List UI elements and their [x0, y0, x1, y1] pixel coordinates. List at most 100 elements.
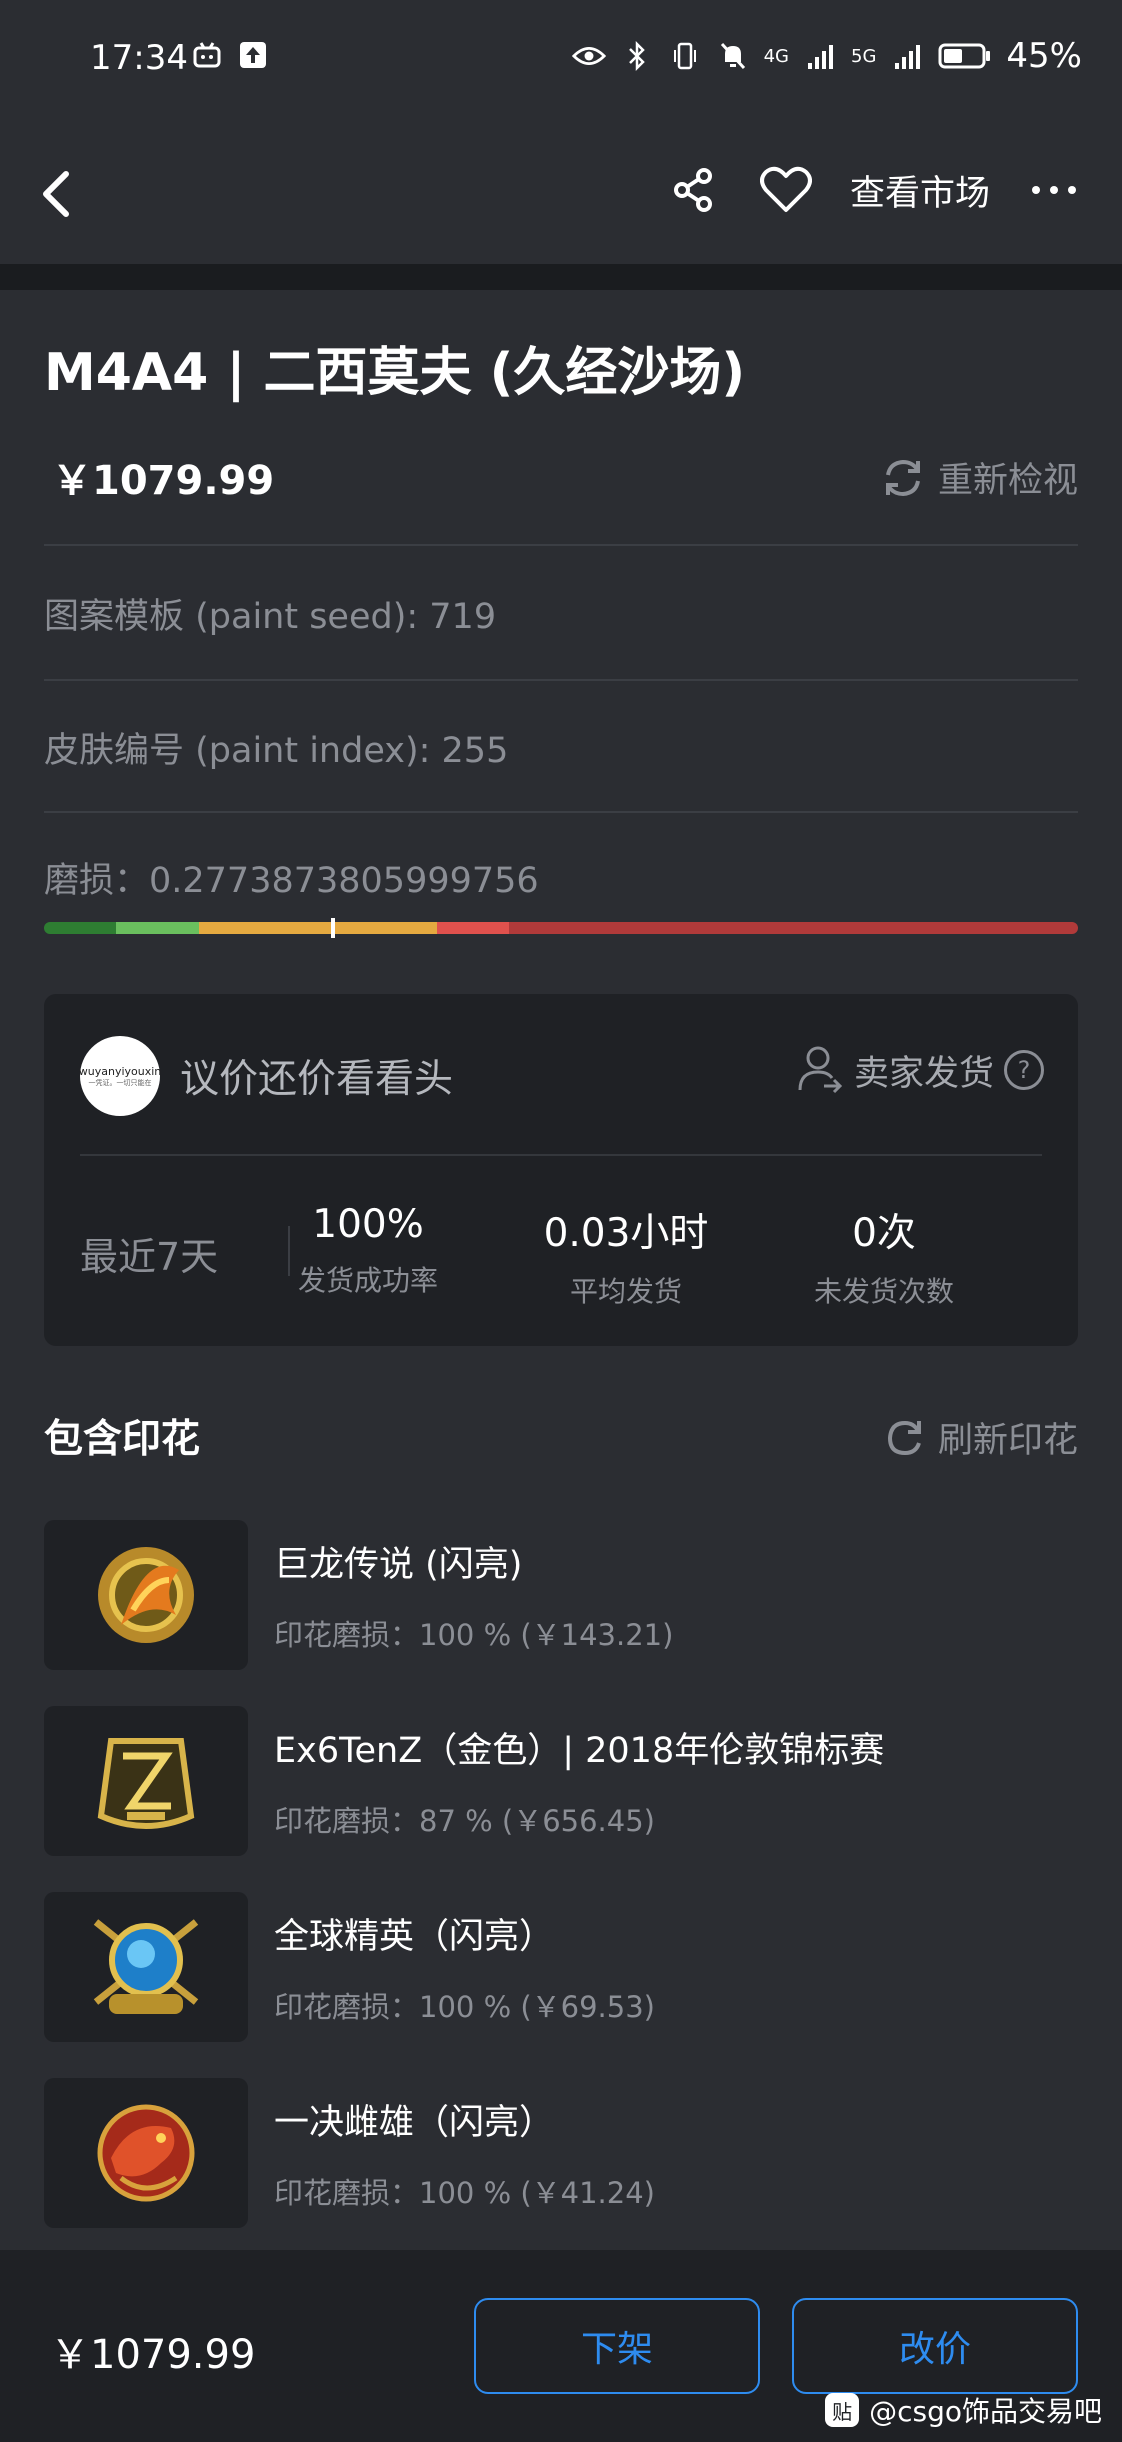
favorite-button[interactable]: [758, 162, 814, 218]
bilibili-icon: [190, 38, 224, 72]
stat-unshipped: 0次 未发货次数: [774, 1202, 994, 1310]
status-time: 17:34: [90, 38, 188, 78]
sticker-thumbnail: [44, 1892, 248, 2042]
stat-value: 0.03小时: [543, 1211, 709, 1256]
wear-segment-well-worn: [436, 922, 510, 934]
sticker-thumbnail: [44, 1706, 248, 1856]
wear-segment-minimal-wear: [116, 922, 200, 934]
stats-period: 最近7天: [80, 1235, 219, 1279]
heart-icon: [759, 166, 812, 212]
stat-value: 100%: [312, 1202, 424, 1247]
seller-ship-label: 卖家发货: [853, 1053, 994, 1094]
share-button[interactable]: [666, 162, 722, 218]
seller-user-icon: [798, 1046, 843, 1094]
wear-marker: [330, 918, 335, 938]
dragon-face-off-sticker-icon: [97, 2104, 195, 2202]
wear-segment-factory-new: [44, 922, 117, 934]
refresh-stickers-label: 刷新印花: [937, 1421, 1078, 1461]
wear-segment-field-tested-b: [328, 922, 437, 934]
status-left-icons: [190, 38, 270, 72]
tieba-badge-icon: 贴: [825, 2393, 860, 2427]
sticker-thumbnail: [44, 1520, 248, 1670]
reinspect-label: 重新检视: [937, 461, 1078, 501]
more-button[interactable]: [1026, 162, 1082, 218]
reprice-label: 改价: [898, 2329, 971, 2370]
reprice-button[interactable]: 改价: [792, 2298, 1078, 2394]
sticker-name: Ex6TenZ（金色）| 2018年伦敦锦标赛: [274, 1731, 885, 1771]
sticker-name: 一决雌雄（闪亮）: [274, 2103, 555, 2143]
sticker-name: 巨龙传说 (闪亮): [274, 1545, 523, 1585]
seller-card: wuyanyiyouxin 一凭证。一切只能在 议价还价看看头 卖家发货 ? 最…: [44, 994, 1078, 1346]
sticker-item[interactable]: 巨龙传说 (闪亮) 印花磨损：100 % (￥143.21): [44, 1520, 1078, 1670]
global-elite-sticker-icon: [93, 1919, 199, 2014]
wear-bar: [44, 922, 1078, 934]
item-price: ￥1079.99: [52, 458, 275, 504]
sticker-thumbnail: [44, 2078, 248, 2228]
signal-4g-icon: [803, 39, 837, 73]
view-market-link[interactable]: 查看市场: [850, 165, 990, 216]
header-divider: [0, 264, 1122, 290]
battery-icon: [938, 39, 992, 73]
reinspect-button[interactable]: 重新检视: [878, 452, 1078, 503]
price-row: ￥1079.99 重新检视: [44, 448, 1078, 508]
back-button[interactable]: [28, 162, 88, 222]
nav-actions: 查看市场: [666, 162, 1082, 218]
help-icon[interactable]: ?: [1004, 1050, 1044, 1090]
divider: [44, 679, 1078, 681]
delist-label: 下架: [580, 2329, 653, 2370]
more-dots-icon: [1032, 186, 1076, 194]
seller-ship-info[interactable]: 卖家发货 ?: [796, 1044, 1044, 1096]
card-divider: [80, 1154, 1042, 1156]
status-right: 4G 5G 45%: [571, 36, 1082, 76]
top-nav: 查看市场: [0, 118, 1122, 266]
stat-value: 0次: [852, 1211, 916, 1256]
float-value: 磨损：0.2773873805999756: [44, 861, 539, 901]
ex6tenz-gold-sticker-icon: [97, 1738, 195, 1829]
avatar-subtext: 一凭证。一切只能在: [88, 1078, 152, 1087]
item-title: M4A4 | 二西莫夫 (久经沙场): [44, 343, 746, 403]
dragon-lore-sticker-icon: [98, 1547, 194, 1643]
avatar[interactable]: wuyanyiyouxin 一凭证。一切只能在: [78, 1036, 162, 1116]
bluetooth-icon: [620, 39, 654, 73]
watermark: 贴 @csgo饰品交易吧: [825, 2390, 1102, 2430]
bottom-price: ￥1079.99: [50, 2332, 256, 2378]
refresh-stickers-button[interactable]: 刷新印花: [884, 1412, 1078, 1463]
eye-icon: [571, 39, 606, 73]
share-icon: [673, 168, 712, 212]
sticker-wear: 印花磨损：100 % (￥41.24): [274, 2176, 655, 2210]
sticker-wear: 印花磨损：100 % (￥143.21): [274, 1618, 674, 1652]
refresh-sync-icon: [885, 459, 920, 496]
stat-label: 平均发货: [569, 1275, 682, 1308]
signal-5g-label: 5G: [851, 45, 877, 67]
paint-seed: 图案模板 (paint seed): 719: [44, 597, 497, 637]
stat-label: 发货成功率: [297, 1264, 438, 1297]
divider: [44, 544, 1078, 546]
paint-index: 皮肤编号 (paint index): 255: [44, 731, 509, 771]
wear-segment-field-tested-a: [199, 922, 329, 934]
signal-4g-label: 4G: [763, 45, 790, 67]
vibrate-icon: [668, 39, 702, 73]
delist-button[interactable]: 下架: [474, 2298, 760, 2394]
battery-percent: 45%: [1006, 36, 1082, 76]
seller-name[interactable]: 议价还价看看头: [180, 1048, 453, 1104]
status-bar: 17:34 4G 5G 45%: [0, 0, 1122, 118]
chevron-left-icon: [43, 171, 69, 217]
stat-label: 未发货次数: [813, 1275, 954, 1308]
wear-segment-battle-scarred: [509, 922, 1078, 934]
sticker-wear: 印花磨损：87 % (￥656.45): [274, 1804, 655, 1838]
signal-5g-icon: [890, 39, 924, 73]
sticker-wear: 印花磨损：100 % (￥69.53): [274, 1990, 655, 2024]
sticker-item[interactable]: Ex6TenZ（金色）| 2018年伦敦锦标赛 印花磨损：87 % (￥656.…: [44, 1706, 1078, 1856]
mute-bell-icon: [716, 39, 750, 73]
watermark-text: @csgo饰品交易吧: [869, 2395, 1102, 2428]
stickers-section-title: 包含印花: [44, 1417, 201, 1462]
stat-success-rate: 100% 发货成功率: [258, 1202, 478, 1299]
refresh-icon: [887, 1420, 921, 1455]
avatar-text: wuyanyiyouxin: [78, 1064, 162, 1078]
sticker-item[interactable]: 全球精英（闪亮） 印花磨损：100 % (￥69.53): [44, 1892, 1078, 2042]
stat-avg-ship: 0.03小时 平均发货: [516, 1202, 736, 1310]
sticker-item[interactable]: 一决雌雄（闪亮） 印花磨损：100 % (￥41.24): [44, 2078, 1078, 2228]
sticker-name: 全球精英（闪亮）: [274, 1917, 555, 1957]
divider: [44, 811, 1078, 813]
upload-icon: [236, 38, 270, 72]
